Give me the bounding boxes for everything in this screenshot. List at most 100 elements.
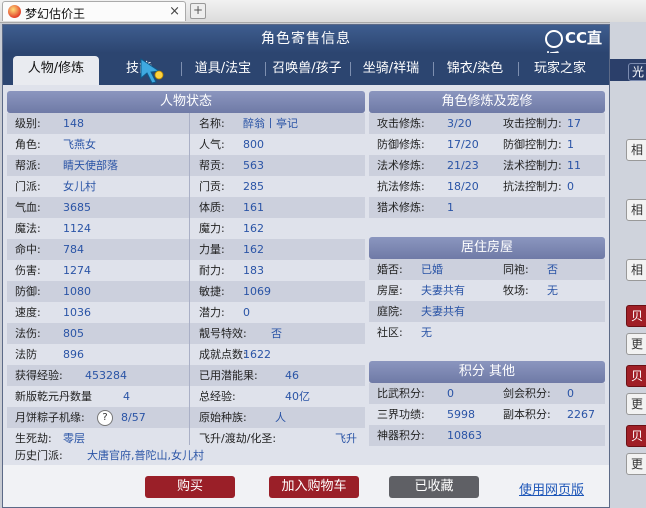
tab-player-home[interactable]: 玩家之家 [519, 56, 601, 85]
field-value: 已婚 [421, 263, 443, 276]
background-buy-button[interactable]: 贝 [626, 425, 646, 447]
field-value: 800 [243, 138, 264, 151]
field-value: 否 [547, 263, 558, 276]
field-value: 1069 [243, 285, 271, 298]
field-value: 18/20 [447, 180, 479, 193]
new-tab-button[interactable]: + [190, 3, 206, 19]
field-label: 速度: [15, 306, 41, 319]
field-value: 1124 [63, 222, 91, 235]
history-label: 历史门派: [15, 449, 63, 462]
field-value: 夫妻共有 [421, 305, 465, 318]
tab-separator [181, 62, 182, 76]
field-label: 帮贡: [199, 159, 225, 172]
background-button[interactable]: 更 [626, 393, 646, 415]
field-label: 三界功绩: [377, 408, 425, 421]
field-value: 1274 [63, 264, 91, 277]
background-button[interactable]: 更 [626, 333, 646, 355]
table-row: 比武积分: 0 剑会积分: 0 [369, 383, 605, 404]
field-label: 防御: [15, 285, 41, 298]
field-label: 名称: [199, 117, 225, 130]
table-row: 神器积分: 10863 [369, 425, 605, 446]
field-label: 剑会积分: [503, 387, 551, 400]
table-row: 三界功绩: 5998 副本积分: 2267 [369, 404, 605, 425]
field-value: 飞燕女 [63, 138, 96, 151]
help-icon[interactable]: ? [97, 410, 113, 426]
field-value: 0 [567, 387, 574, 400]
history-value: 大唐官府,普陀山,女儿村 [87, 449, 204, 462]
field-value: 784 [63, 243, 84, 256]
field-label: 比武积分: [377, 387, 425, 400]
add-to-cart-button[interactable]: 加入购物车 [269, 476, 359, 498]
table-row: 抗法修炼: 18/20 抗法控制力: 0 [369, 176, 605, 197]
field-value: 183 [243, 264, 264, 277]
table-row: 防御修炼: 17/20 防御控制力: 1 [369, 134, 605, 155]
table-row: 新版乾元丹数量 4 总经验: 40亿 [7, 386, 365, 407]
field-label: 社区: [377, 326, 403, 339]
field-label: 成就点数: [199, 348, 247, 361]
tab-bar: 人物/修炼 技能 道具/法宝 召唤兽/孩子 坐骑/祥瑞 锦衣/染色 玩家之家 [3, 53, 609, 85]
buy-button[interactable]: 购买 [145, 476, 235, 498]
field-label: 体质: [199, 201, 225, 214]
background-buy-button[interactable]: 贝 [626, 365, 646, 387]
use-web-version-link[interactable]: 使用网页版 [519, 479, 584, 498]
app-favicon-icon [8, 5, 21, 18]
field-label: 牧场: [503, 284, 529, 297]
field-value: 3685 [63, 201, 91, 214]
field-label: 副本积分: [503, 408, 551, 421]
field-label: 攻击修炼: [377, 117, 425, 130]
table-row: 法伤: 805 靓号特效: 否 [7, 323, 365, 344]
background-button[interactable]: 相 [626, 259, 646, 281]
favorited-button[interactable]: 已收藏 [389, 476, 479, 498]
background-button[interactable]: 相 [626, 139, 646, 161]
field-label: 门派: [15, 180, 41, 193]
field-value: 2267 [567, 408, 595, 421]
table-row: 法术修炼: 21/23 法术控制力: 11 [369, 155, 605, 176]
table-row: 帮派: 睛天使部落 帮贡: 563 [7, 155, 365, 176]
background-button[interactable]: 光 [628, 63, 646, 81]
tab-items[interactable]: 道具/法宝 [183, 56, 263, 85]
table-row: 气血: 3685 体质: 161 [7, 197, 365, 218]
tab-pets[interactable]: 召唤兽/孩子 [266, 56, 348, 85]
tab-character[interactable]: 人物/修炼 [13, 56, 99, 85]
field-label: 帮派: [15, 159, 41, 172]
field-label: 门贡: [199, 180, 225, 193]
background-button[interactable]: 相 [626, 199, 646, 221]
field-label: 获得经验: [15, 369, 63, 382]
tab-mounts[interactable]: 坐骑/祥瑞 [351, 56, 431, 85]
content-area: 人物状态 级别: 148 名称: 醉翁丨亭记 角色: 飞燕女 人气: 800 帮派: 睛天使部落帮… [3, 85, 609, 466]
field-value: 0 [447, 387, 454, 400]
field-label: 法术控制力: [503, 159, 562, 172]
field-value: 10863 [447, 429, 482, 442]
column-divider [189, 113, 190, 445]
field-value: 17 [567, 117, 581, 130]
table-row: 角色: 飞燕女 人气: 800 [7, 134, 365, 155]
browser-tab-bar: 梦幻估价王 × + [0, 0, 646, 23]
table-row: 速度: 1036 潜力: 0 [7, 302, 365, 323]
table-row: 法防 896 成就点数: 1622 [7, 344, 365, 365]
table-row: 攻击修炼: 3/20 攻击控制力: 17 [369, 113, 605, 134]
section-header-status: 人物状态 [7, 91, 365, 113]
field-value: 162 [243, 243, 264, 256]
tab-outfits[interactable]: 锦衣/染色 [434, 56, 516, 85]
background-button[interactable]: 更 [626, 453, 646, 475]
field-label: 防御控制力: [503, 138, 562, 151]
field-value: 805 [63, 327, 84, 340]
field-value: 1 [447, 201, 454, 214]
table-row: 伤害: 1274 耐力: 183 [7, 260, 365, 281]
field-value: 162 [243, 222, 264, 235]
field-label: 敏捷: [199, 285, 225, 298]
field-value: 1 [567, 138, 574, 151]
field-label: 角色: [15, 138, 41, 151]
field-value: 醉翁丨亭记 [243, 117, 298, 130]
field-value: 285 [243, 180, 264, 193]
table-row: 级别: 148 名称: 醉翁丨亭记 [7, 113, 365, 134]
field-label: 人气: [199, 138, 225, 151]
background-buy-button[interactable]: 贝 [626, 305, 646, 327]
browser-tab[interactable]: 梦幻估价王 × [2, 1, 186, 21]
table-row: 月饼粽子机缘:? 8/57 原始种族: 人 [7, 407, 365, 428]
field-label: 猎术修炼: [377, 201, 425, 214]
field-value: 148 [63, 117, 84, 130]
table-row: 社区: 无 [369, 322, 605, 343]
close-tab-icon[interactable]: × [169, 4, 180, 19]
field-label: 法术修炼: [377, 159, 425, 172]
